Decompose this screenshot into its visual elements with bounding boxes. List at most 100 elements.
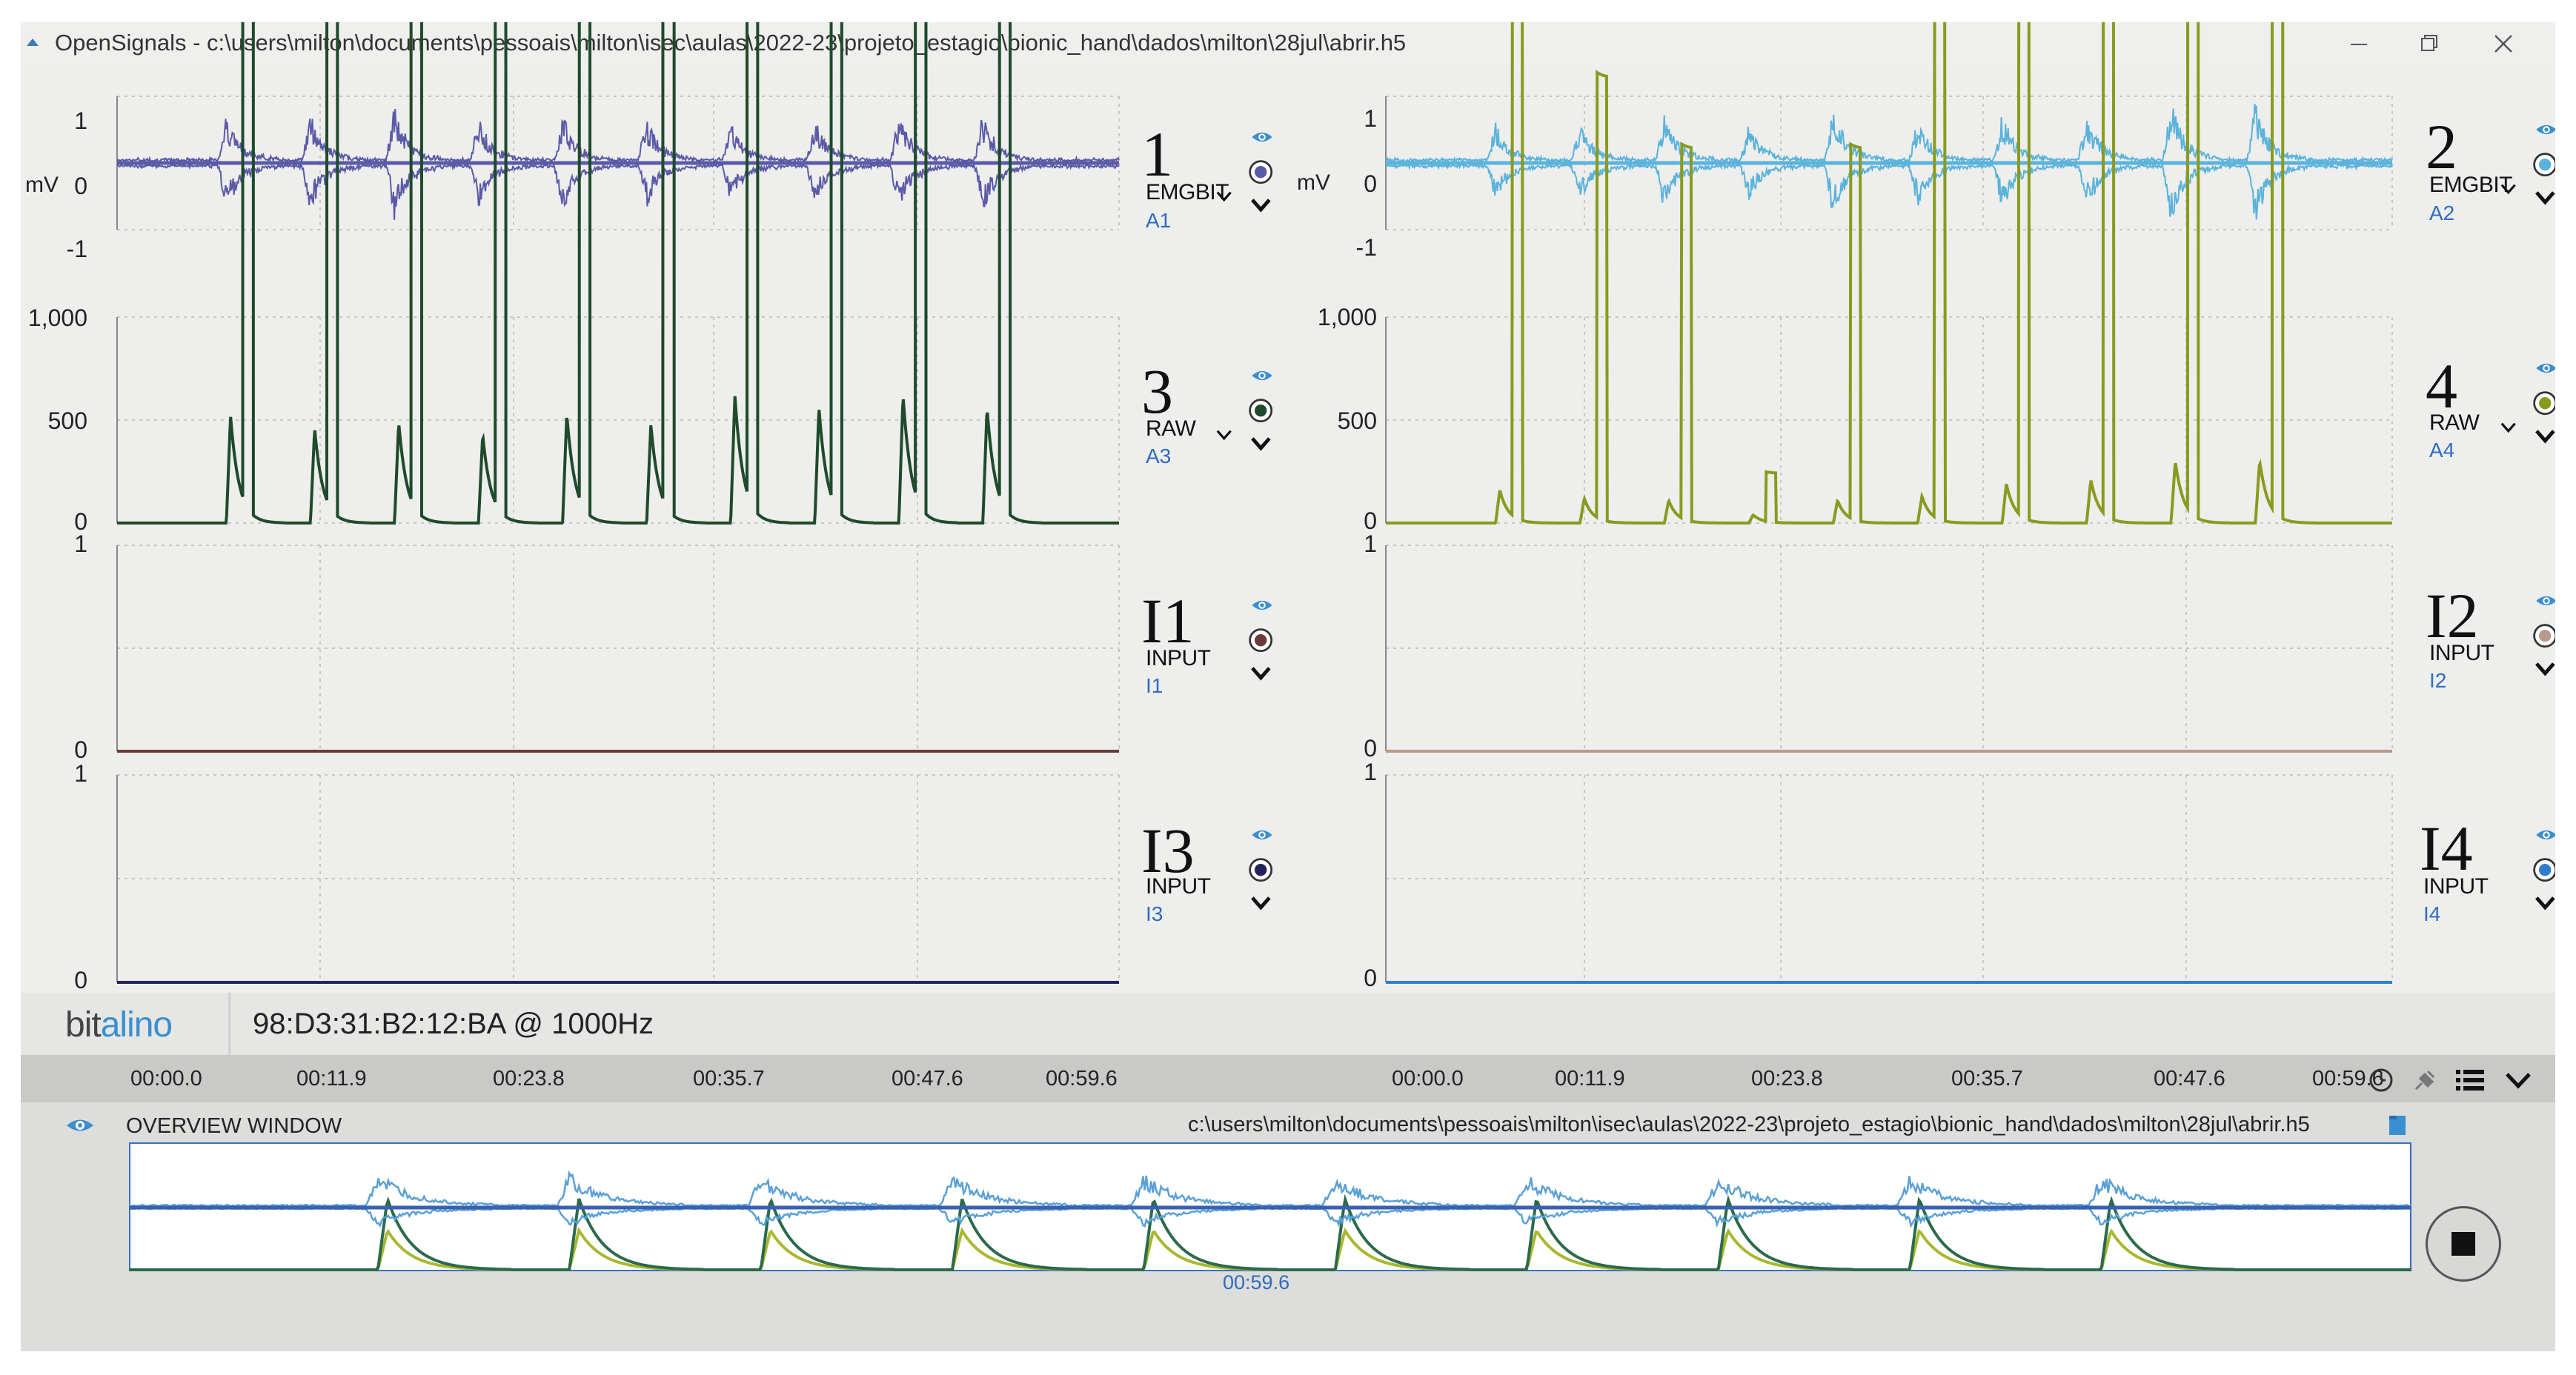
type-dropdown-chevron-icon[interactable]: [2498, 179, 2520, 200]
time-tick: 00:23.8: [1751, 1067, 1823, 1091]
channel-i2-type: INPUT: [2429, 641, 2494, 665]
channel-i4-type: INPUT: [2423, 874, 2489, 899]
channel-3-number: 3: [1141, 356, 1173, 427]
channel-1-source: A1: [1146, 209, 1172, 232]
chevron-down-icon[interactable]: [2532, 185, 2555, 212]
chI3-ymax-label: 1: [74, 760, 87, 787]
clock-icon[interactable]: [2363, 1064, 2400, 1096]
chevron-down-icon[interactable]: [1247, 661, 1277, 688]
stop-icon: [2451, 1232, 2475, 1256]
time-tick: 00:00.0: [1392, 1067, 1464, 1091]
raw-signal-trace: [117, 22, 1119, 525]
ch1-ymax-label: 1: [74, 107, 87, 134]
overview-title: OVERVIEW WINDOW: [126, 1114, 342, 1138]
overview-plot[interactable]: [129, 1142, 2411, 1271]
ch4-ymax-label: 1,000: [1317, 304, 1377, 330]
ch2-ymin-label: -1: [1355, 234, 1377, 261]
type-dropdown-chevron-icon[interactable]: [2498, 418, 2520, 439]
time-tick: 00:11.9: [1555, 1067, 1625, 1091]
channel-2-number: 2: [2426, 111, 2457, 182]
time-tick: 00:59.6: [1046, 1067, 1118, 1091]
channel-4-source: A4: [2429, 439, 2455, 462]
channel-i4-number: I4: [2420, 813, 2473, 884]
record-icon[interactable]: [1247, 397, 1277, 427]
emg-signal-trace: [1385, 162, 2393, 220]
record-icon[interactable]: [2532, 856, 2555, 886]
record-icon[interactable]: [2532, 151, 2555, 181]
ch4-ymid-label: 500: [1337, 407, 1377, 434]
eye-icon[interactable]: [64, 1113, 96, 1138]
channel-i1-number: I1: [1141, 585, 1195, 656]
record-icon[interactable]: [1247, 627, 1277, 656]
eye-icon[interactable]: [2532, 357, 2555, 379]
channel-4-type[interactable]: RAW: [2429, 410, 2480, 436]
ch1-ymin-label: -1: [66, 236, 87, 262]
bitalino-logo: bitalino: [65, 1005, 173, 1045]
chevron-down-icon[interactable]: [1247, 890, 1277, 917]
signal-plots: [116, 22, 2393, 984]
channel-i1-source: I1: [1146, 674, 1163, 697]
time-tick: 00:47.6: [892, 1067, 963, 1091]
chevron-down-icon[interactable]: [2532, 656, 2555, 683]
channel-3-type[interactable]: RAW: [1146, 416, 1196, 442]
record-icon[interactable]: [2532, 390, 2555, 419]
time-tick: 00:35.7: [693, 1067, 765, 1091]
record-icon[interactable]: [1247, 159, 1277, 188]
channel-i2-source: I2: [2429, 669, 2447, 692]
stop-button[interactable]: [2426, 1206, 2501, 1282]
list-icon[interactable]: [2451, 1064, 2489, 1096]
ch1-ymid-label: 0: [74, 173, 87, 199]
chI2-ymax-label: 1: [1364, 530, 1377, 557]
eye-icon[interactable]: [2532, 824, 2555, 846]
record-icon[interactable]: [2532, 622, 2555, 652]
plug-icon[interactable]: [2406, 1064, 2443, 1096]
chevron-down-icon[interactable]: [2532, 890, 2555, 917]
time-axis: 00:00.0 00:11.9 00:23.8 00:35.7 00:47.6 …: [21, 1055, 2555, 1102]
chevron-down-icon[interactable]: [2500, 1064, 2537, 1096]
emg-signal-trace: [1385, 104, 2393, 164]
device-address: 98:D3:31:B2:12:BA @ 1000Hz: [228, 993, 654, 1055]
channel-i3-number: I3: [1141, 815, 1195, 886]
eye-icon[interactable]: [1247, 594, 1277, 616]
eye-icon[interactable]: [2532, 119, 2555, 141]
emg-signal-trace: [116, 108, 1120, 164]
eye-icon[interactable]: [2532, 590, 2555, 612]
ch2-ymid-label: 0: [1364, 170, 1377, 197]
channel-i3-type: INPUT: [1146, 874, 1211, 899]
channel-i3-source: I3: [1146, 902, 1163, 925]
ch2-ymax-label: 1: [1364, 105, 1377, 132]
type-dropdown-chevron-icon[interactable]: [1214, 425, 1236, 446]
channel-3-source: A3: [1146, 445, 1172, 467]
emg-signal-trace: [116, 162, 1120, 220]
eye-icon[interactable]: [1247, 126, 1277, 148]
overview-file-path: c:\users\milton\documents\pessoais\milto…: [1188, 1113, 2310, 1136]
channel-i2-number: I2: [2426, 580, 2479, 651]
time-tick: 00:00.0: [130, 1067, 202, 1091]
raw-signal-trace: [1386, 22, 2392, 525]
channel-2-source: A2: [2429, 202, 2455, 224]
ch3-ymax-label: 1,000: [27, 304, 87, 331]
device-bar: bitalino 98:D3:31:B2:12:BA @ 1000Hz: [21, 993, 2555, 1055]
channel-i1-type: INPUT: [1146, 646, 1211, 670]
chevron-down-icon[interactable]: [2532, 424, 2555, 450]
chI3-ymin-label: 0: [74, 967, 87, 993]
record-icon[interactable]: [1247, 856, 1277, 886]
chevron-down-icon[interactable]: [1247, 431, 1277, 458]
eye-icon[interactable]: [1247, 364, 1277, 387]
time-tick: 00:11.9: [296, 1067, 367, 1091]
channel-i4-source: I4: [2423, 902, 2441, 925]
chevron-down-icon[interactable]: [1247, 193, 1277, 219]
ch3-ymid-label: 500: [47, 407, 87, 434]
opensignals-window: OpenSignals - c:\users\milton\documents\…: [21, 22, 2555, 1351]
chI4-ymin-label: 0: [1364, 965, 1377, 991]
overview-cursor-time: 00:59.6: [1223, 1271, 1290, 1294]
folder-icon[interactable]: [2385, 1111, 2410, 1138]
chI4-ymax-label: 1: [1364, 759, 1377, 785]
eye-icon[interactable]: [1247, 824, 1277, 846]
type-dropdown-chevron-icon[interactable]: [1214, 187, 1236, 207]
chI1-ymax-label: 1: [74, 530, 87, 557]
time-tick: 00:35.7: [1951, 1067, 2023, 1091]
channel-4-number: 4: [2426, 350, 2457, 422]
time-tick: 00:23.8: [493, 1067, 565, 1091]
overview-window: OVERVIEW WINDOW c:\users\milton\document…: [21, 1102, 2555, 1351]
